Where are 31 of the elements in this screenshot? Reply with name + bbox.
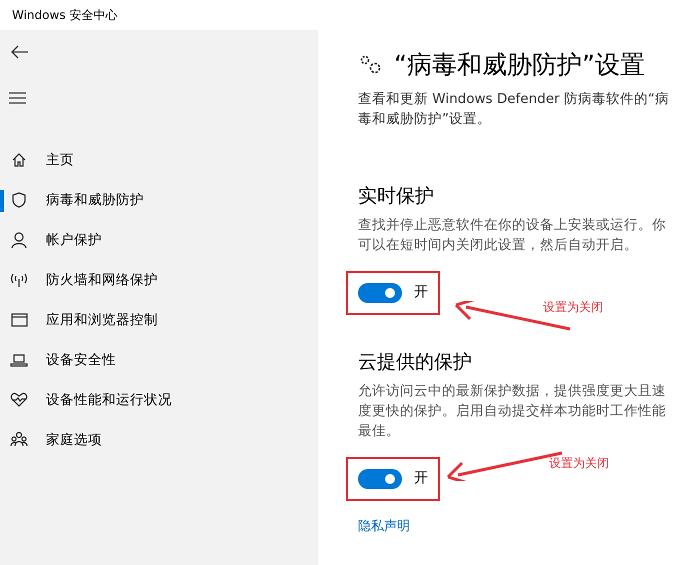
- section-heading: 实时保护: [358, 184, 435, 209]
- section-heading: 云提供的保护: [358, 350, 473, 375]
- sidebar-item[interactable]: 设备安全性: [0, 340, 318, 380]
- annotation-text: 设置为关闭: [543, 299, 603, 316]
- home-icon: [10, 151, 28, 169]
- family-icon: [10, 431, 28, 449]
- window-icon: [10, 311, 28, 329]
- page-title: “病毒和威胁防护”设置: [394, 49, 645, 81]
- heart-icon: [10, 391, 28, 409]
- sidebar-item[interactable]: 帐户保护: [0, 220, 318, 260]
- sidebar-item[interactable]: 防火墙和网络保护: [0, 260, 318, 300]
- sidebar-item[interactable]: 家庭选项: [0, 420, 318, 460]
- sidebar-item[interactable]: 主页: [0, 140, 318, 180]
- antenna-icon: [10, 271, 28, 289]
- window-title: Windows 安全中心: [12, 6, 118, 24]
- page-description: 查看和更新 Windows Defender 防病毒软件的“病毒和威胁防护”设置。: [358, 90, 670, 129]
- section-description: 查找并停止恶意软件在你的设备上安装或运行。你可以在短时间内关闭此设置，然后自动开启。: [358, 216, 667, 255]
- toggle-label: 开: [414, 283, 428, 301]
- sidebar-item[interactable]: 应用和浏览器控制: [0, 300, 318, 340]
- shield-icon: [10, 191, 28, 209]
- section-description: 允许访问云中的最新保护数据，提供强度更大且速度更快的保护。启用自动提交样本功能时工作性能最佳。: [358, 382, 667, 441]
- toggle-switch[interactable]: [358, 283, 402, 303]
- toggle-switch[interactable]: [358, 469, 402, 489]
- back-arrow-icon: [11, 45, 29, 59]
- sidebar-item[interactable]: 病毒和威胁防护: [0, 180, 318, 220]
- sidebar-item[interactable]: 设备性能和运行状况: [0, 380, 318, 420]
- privacy-link[interactable]: 隐私声明: [358, 517, 410, 535]
- person-icon: [10, 231, 28, 249]
- annotation-text: 设置为关闭: [549, 455, 609, 472]
- toggle-label: 开: [414, 469, 428, 487]
- menu-icon: [9, 92, 27, 104]
